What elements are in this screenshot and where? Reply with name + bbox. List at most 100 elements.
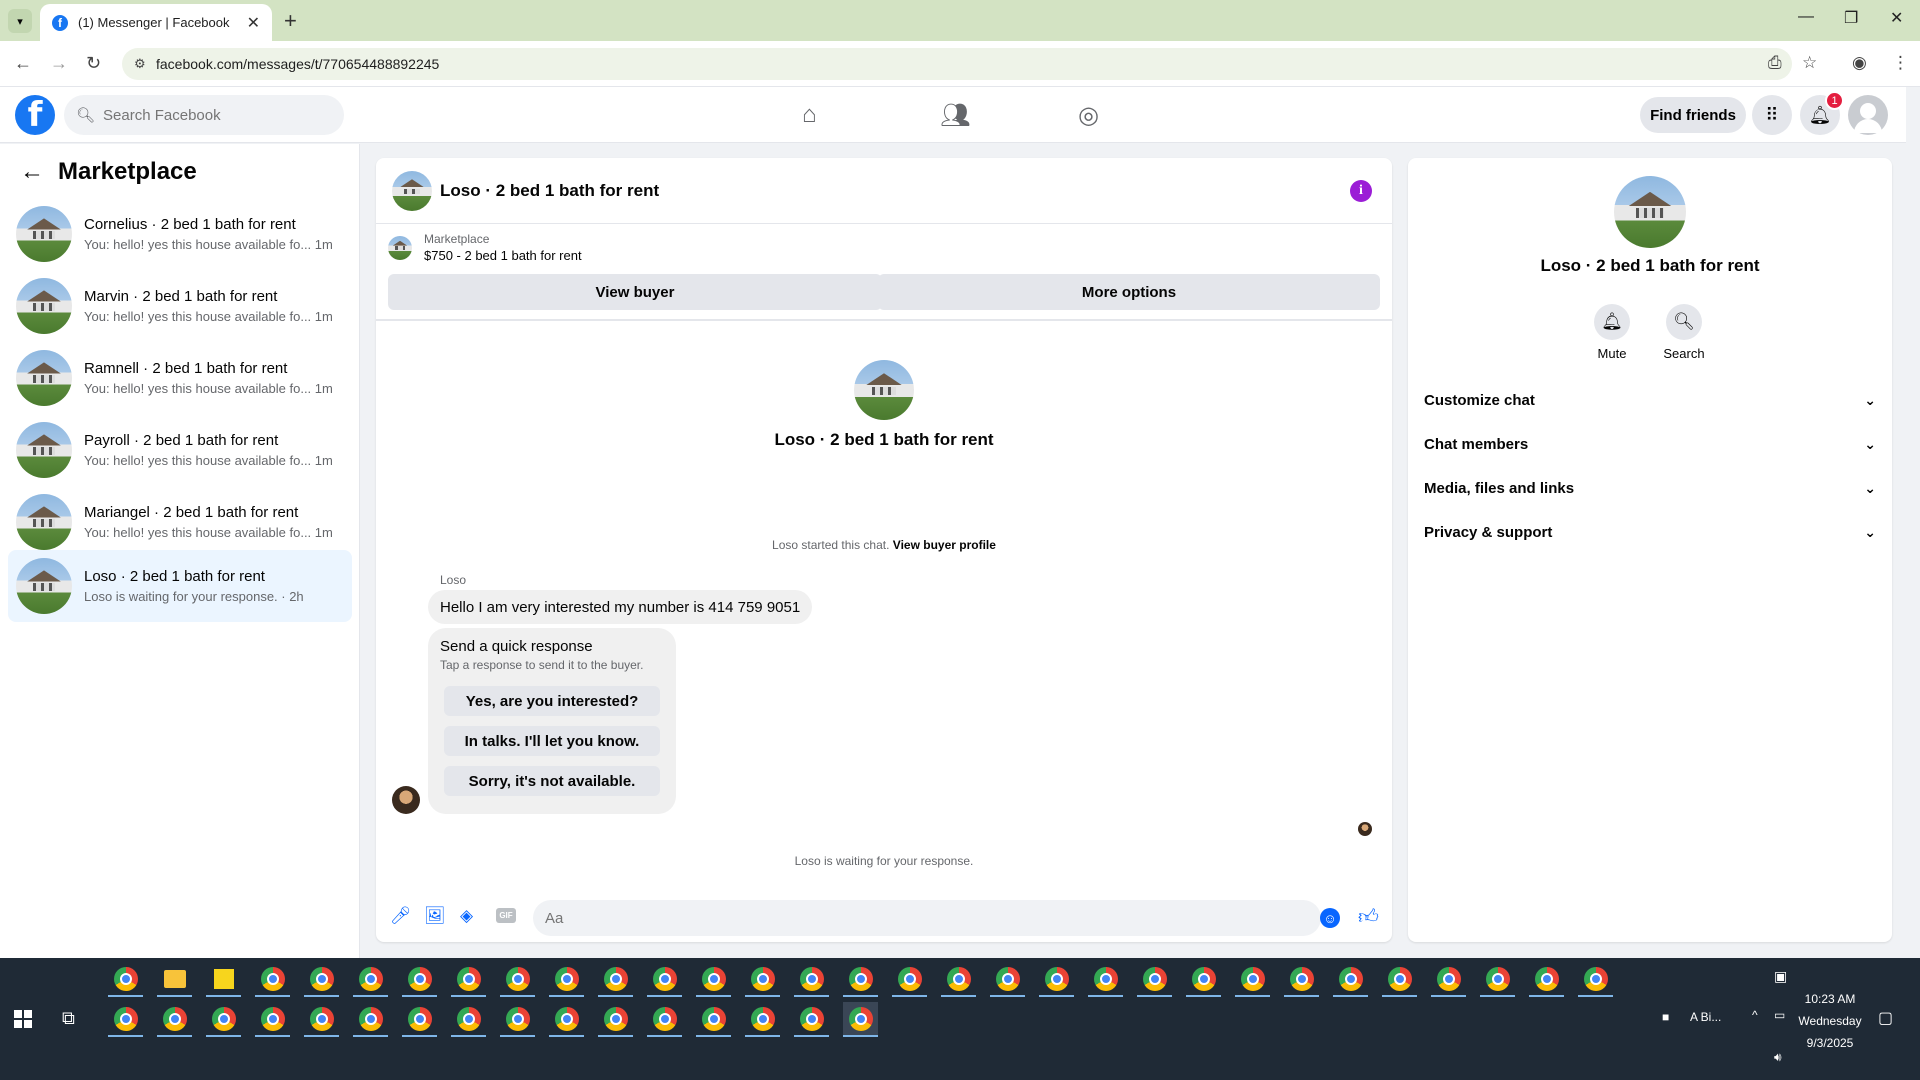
account-avatar[interactable] [1848, 95, 1888, 135]
media-files-links-section[interactable]: Media, files and links ⌄ [1424, 470, 1876, 506]
chrome-taskbar-icon[interactable] [745, 1002, 780, 1037]
chrome-taskbar-icon[interactable] [402, 962, 437, 997]
chrome-taskbar-icon[interactable] [990, 962, 1025, 997]
facebook-logo-icon[interactable]: f [15, 95, 55, 135]
conversation-item[interactable]: Payroll · 2 bed 1 bath for rent You: hel… [8, 414, 352, 486]
chrome-taskbar-icon[interactable] [1480, 962, 1515, 997]
task-view-icon[interactable]: ⧉ [62, 1008, 75, 1029]
find-friends-button[interactable]: Find friends [1640, 97, 1746, 133]
volume-icon[interactable]: 🔊︎ [1774, 1050, 1782, 1065]
conversation-item[interactable]: Cornelius · 2 bed 1 bath for rent You: h… [8, 198, 352, 270]
listing-summary[interactable]: Marketplace $750 - 2 bed 1 bath for rent [388, 232, 582, 263]
window-close-icon[interactable]: ✕ [1890, 8, 1903, 28]
chrome-taskbar-icon[interactable] [1529, 962, 1564, 997]
chrome-taskbar-icon[interactable] [451, 962, 486, 997]
mute-button[interactable]: 🔔︎ Mute [1582, 304, 1642, 361]
forward-icon[interactable]: → [50, 53, 68, 74]
restore-icon[interactable]: ❐ [1844, 8, 1858, 28]
install-app-icon[interactable]: ⎙ [1768, 53, 1782, 73]
chrome-taskbar-icon[interactable] [206, 1002, 241, 1037]
windows-start-icon[interactable] [14, 1010, 32, 1028]
chat-title[interactable]: Loso · 2 bed 1 bath for rent [440, 181, 659, 201]
back-arrow-icon[interactable]: ← [20, 158, 44, 186]
chrome-taskbar-icon[interactable] [794, 1002, 829, 1037]
chrome-taskbar-icon[interactable] [1186, 962, 1221, 997]
chrome-taskbar-icon[interactable] [1235, 962, 1270, 997]
notifications-button[interactable]: 🔔︎ 1 [1800, 91, 1844, 135]
bookmark-star-icon[interactable]: ☆ [1802, 53, 1817, 73]
address-bar[interactable]: ⚙ facebook.com/messages/t/77065448889224… [122, 48, 1792, 80]
chrome-taskbar-icon[interactable] [108, 1002, 143, 1037]
chrome-taskbar-icon[interactable] [304, 1002, 339, 1037]
menu-grid-button[interactable]: ⠿ [1752, 95, 1792, 135]
gif-icon[interactable]: GIF [496, 908, 516, 923]
chrome-taskbar-icon[interactable] [696, 962, 731, 997]
message-bubble[interactable]: Hello I am very interested my number is … [428, 590, 813, 624]
network-icon[interactable]: ▭ [1774, 1008, 1785, 1022]
groups-icon[interactable]: ◎ [1078, 101, 1099, 130]
chrome-taskbar-icon[interactable] [1039, 962, 1074, 997]
photo-icon[interactable]: 🖼︎ [424, 906, 446, 926]
chrome-taskbar-icon[interactable] [1382, 962, 1417, 997]
chrome-taskbar-icon[interactable] [353, 962, 388, 997]
message-input[interactable] [533, 900, 1321, 936]
chrome-taskbar-icon[interactable] [1431, 962, 1466, 997]
microphone-icon[interactable]: 🎤︎ [390, 906, 412, 926]
chrome-taskbar-icon[interactable] [843, 962, 878, 997]
chrome-taskbar-icon[interactable] [1333, 962, 1368, 997]
thumbs-up-icon[interactable]: 👍︎ [1358, 905, 1379, 929]
chrome-taskbar-icon[interactable] [647, 1002, 682, 1037]
view-buyer-profile-link[interactable]: View buyer profile [893, 538, 996, 552]
customize-chat-section[interactable]: Customize chat ⌄ [1424, 382, 1876, 418]
tab-close-icon[interactable]: ✕ [247, 13, 260, 33]
chrome-taskbar-icon[interactable] [353, 1002, 388, 1037]
file-explorer-icon[interactable] [157, 962, 192, 997]
chrome-taskbar-icon[interactable] [255, 962, 290, 997]
system-clock[interactable]: 10:23 AM Wednesday 9/3/2025 [1792, 988, 1868, 1054]
quick-response-yes-button[interactable]: Yes, are you interested? [444, 686, 660, 716]
chrome-taskbar-icon[interactable] [108, 962, 143, 997]
app-tray-icon[interactable]: ■ [1662, 1010, 1669, 1024]
privacy-support-section[interactable]: Privacy & support ⌄ [1424, 514, 1876, 550]
chrome-taskbar-icon[interactable] [500, 1002, 535, 1037]
facebook-search-input[interactable] [103, 106, 324, 124]
site-info-icon[interactable]: ⚙ [134, 56, 146, 72]
sticky-notes-icon[interactable] [206, 962, 241, 997]
chrome-taskbar-icon[interactable] [598, 962, 633, 997]
conversation-item[interactable]: Ramnell · 2 bed 1 bath for rent You: hel… [8, 342, 352, 414]
tray-app-label[interactable]: A Bi... [1690, 1010, 1721, 1024]
reload-icon[interactable]: ↻ [86, 53, 101, 74]
minimize-icon[interactable]: — [1798, 8, 1814, 26]
view-buyer-button[interactable]: View buyer [388, 274, 882, 310]
more-options-button[interactable]: More options [878, 274, 1380, 310]
chrome-taskbar-icon[interactable] [1284, 962, 1319, 997]
chrome-taskbar-icon[interactable] [402, 1002, 437, 1037]
facebook-search[interactable]: 🔍︎ [64, 95, 344, 135]
chrome-taskbar-icon[interactable] [1578, 962, 1613, 997]
chrome-taskbar-icon[interactable] [157, 1002, 192, 1037]
chrome-taskbar-icon[interactable] [598, 1002, 633, 1037]
chrome-taskbar-icon[interactable] [1088, 962, 1123, 997]
conversation-item-active[interactable]: Loso · 2 bed 1 bath for rent Loso is wai… [8, 550, 352, 622]
back-icon[interactable]: ← [14, 53, 32, 74]
sender-avatar[interactable] [392, 786, 420, 814]
search-chat-button[interactable]: 🔍︎ Search [1654, 304, 1714, 361]
conversation-item[interactable]: Mariangel · 2 bed 1 bath for rent You: h… [8, 486, 352, 558]
new-tab-icon[interactable]: + [284, 8, 297, 34]
chrome-taskbar-icon[interactable] [304, 962, 339, 997]
browser-tab[interactable]: f (1) Messenger | Facebook ✕ [40, 4, 272, 41]
chrome-taskbar-icon[interactable] [549, 1002, 584, 1037]
chrome-taskbar-icon[interactable] [843, 1002, 878, 1037]
quick-response-sorry-button[interactable]: Sorry, it's not available. [444, 766, 660, 796]
chat-thumbnail[interactable] [392, 170, 432, 211]
friends-icon[interactable]: 👥︎ [940, 101, 970, 130]
chrome-taskbar-icon[interactable] [647, 962, 682, 997]
chrome-taskbar-icon[interactable] [745, 962, 780, 997]
info-icon[interactable]: i [1350, 180, 1372, 202]
chrome-taskbar-icon[interactable] [451, 1002, 486, 1037]
chrome-taskbar-icon[interactable] [794, 962, 829, 997]
chrome-taskbar-icon[interactable] [255, 1002, 290, 1037]
profile-icon[interactable]: ◉ [1852, 53, 1867, 73]
chrome-taskbar-icon[interactable] [1137, 962, 1172, 997]
show-hidden-icons-icon[interactable]: ^ [1752, 1008, 1758, 1022]
